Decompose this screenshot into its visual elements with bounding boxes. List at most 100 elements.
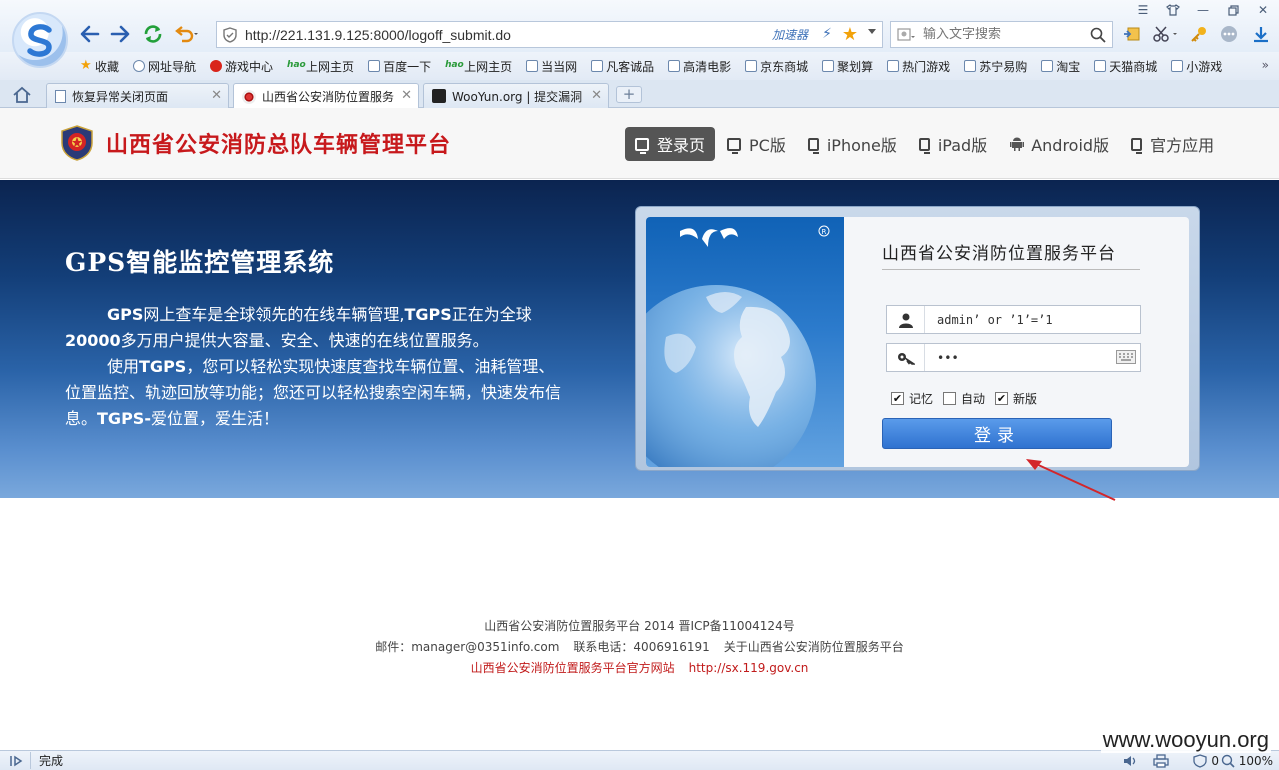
page-icon (526, 60, 539, 72)
nav-iphone[interactable]: iPhone版 (798, 127, 907, 161)
browser-toolbar: ☰ — ✕ http://221.131.9.125:8000/logoff_s… (0, 0, 1279, 52)
bookmark-item[interactable]: 网址导航 (133, 58, 196, 75)
bookmark-item[interactable]: hao 上网主页 (445, 58, 512, 75)
bookmark-item[interactable]: 小游戏 (1171, 58, 1222, 75)
screenshot-scissors-icon[interactable] (1151, 24, 1181, 44)
new-version-label: 新版 (1013, 392, 1038, 406)
search-box[interactable] (890, 21, 1113, 48)
login-button[interactable]: 登录 (882, 418, 1112, 449)
tab-restore[interactable]: 恢复异常关闭页面 ✕ (46, 83, 229, 108)
refresh-icon[interactable] (141, 22, 165, 46)
login-panel: R 山西省公安消防位置服务平台 admin’ or ’1’=’1 ••• ✔ 记… (635, 206, 1200, 471)
bookmark-item[interactable]: 聚划算 (822, 58, 873, 75)
bookmark-item[interactable]: 淘宝 (1041, 58, 1080, 75)
menu-icon[interactable]: ☰ (1132, 2, 1154, 18)
hao-icon: hao (445, 60, 464, 70)
page-icon (591, 60, 604, 72)
bookmark-item[interactable]: 高清电影 (668, 58, 731, 75)
undo-icon[interactable] (174, 22, 198, 46)
wooyun-icon (432, 89, 446, 103)
sidebar-toggle-icon[interactable] (10, 755, 24, 767)
tab-wooyun[interactable]: WooYun.org | 提交漏洞 ✕ (423, 83, 609, 108)
password-field[interactable] (886, 343, 1141, 372)
search-input[interactable] (923, 27, 1083, 42)
volume-icon[interactable] (1123, 755, 1139, 767)
official-site-url[interactable]: http://sx.119.gov.cn (689, 661, 809, 675)
more-bookmarks-icon[interactable]: » (1262, 58, 1269, 72)
virtual-keyboard-icon[interactable] (1116, 350, 1136, 367)
hero-title: GPS智能监控管理系统 (65, 248, 335, 277)
nav-ipad[interactable]: iPad版 (909, 127, 997, 161)
close-window-icon[interactable]: ✕ (1252, 2, 1274, 18)
restore-icon[interactable] (1222, 2, 1244, 18)
search-engine-icon[interactable] (897, 27, 915, 46)
zoom-control[interactable]: 100% (1221, 754, 1273, 768)
browser-status-bar: 完成 0 100% (0, 750, 1279, 770)
new-version-checkbox[interactable]: ✔ (995, 392, 1009, 405)
login-globe-art: R (646, 217, 844, 467)
nav-official-apps[interactable]: 官方应用 (1121, 127, 1224, 161)
favorite-star-icon[interactable]: ★ (842, 24, 858, 45)
more-apps-icon[interactable] (1219, 24, 1239, 44)
footer-copyright: 山西省公安消防位置服务平台 2014 晋ICP备11004124号 (484, 619, 795, 633)
bookmark-item[interactable]: 热门游戏 (887, 58, 950, 75)
password-input[interactable] (937, 350, 1117, 365)
footer-email: 邮件：manager@0351info.com (375, 640, 560, 654)
download-icon[interactable] (1251, 24, 1271, 44)
close-tab-icon[interactable]: ✕ (591, 88, 602, 103)
forward-icon[interactable] (108, 22, 132, 46)
url-text: http://221.131.9.125:8000/logoff_submit.… (245, 26, 511, 43)
bookmark-item[interactable]: 百度一下 (368, 58, 431, 75)
close-tab-icon[interactable]: ✕ (211, 88, 222, 103)
remember-checkbox[interactable]: ✔ (891, 392, 904, 405)
bookmark-item[interactable]: hao 上网主页 (287, 58, 354, 75)
tab-fire-platform[interactable]: 山西省公安消防位置服务 ✕ (233, 83, 419, 109)
lightning-icon[interactable]: ⚡ (822, 26, 832, 42)
site-header: 山西省公安消防总队车辆管理平台 登录页 PC版 iPhone版 iPad版 An… (0, 108, 1279, 179)
platform-nav: 登录页 PC版 iPhone版 iPad版 Android版 官方应用 (625, 127, 1226, 161)
home-icon[interactable] (12, 86, 32, 107)
bookmark-item[interactable]: ★ 收藏 (80, 58, 119, 75)
nav-login[interactable]: 登录页 (625, 127, 716, 161)
key-icon[interactable] (1189, 24, 1209, 44)
footer-about-link[interactable]: 关于山西省公安消防位置服务平台 (724, 640, 904, 654)
page-icon (745, 60, 758, 72)
bookmark-item[interactable]: 游戏中心 (210, 58, 273, 75)
back-icon[interactable] (78, 22, 102, 46)
bookmark-item[interactable]: 苏宁易购 (964, 58, 1027, 75)
login-title: 山西省公安消防位置服务平台 (882, 239, 1140, 270)
hero-paragraph-2: 使用TGPS，您可以轻松实现快速度查找车辆位置、油耗管理、位置监控、轨迹回放等功… (65, 357, 562, 428)
globe-icon (133, 60, 146, 72)
status-text: 完成 (30, 752, 63, 769)
login-inner: R 山西省公安消防位置服务平台 admin’ or ’1’=’1 ••• ✔ 记… (646, 217, 1189, 467)
nav-android[interactable]: Android版 (999, 127, 1119, 161)
url-dropdown-icon[interactable] (868, 29, 876, 34)
new-tab-button[interactable]: + (616, 86, 642, 103)
username-input[interactable] (937, 312, 1117, 327)
auto-login-checkbox[interactable] (943, 392, 957, 405)
skin-icon[interactable] (1162, 2, 1184, 18)
official-site-label[interactable]: 山西省公安消防位置服务平台官方网站 (471, 661, 675, 675)
page-icon (1094, 60, 1107, 72)
page-icon (668, 60, 681, 72)
search-icon[interactable] (1090, 27, 1106, 46)
auto-label: 自动 (961, 392, 986, 406)
browser-logo[interactable] (12, 12, 68, 68)
footer-phone: 联系电话：4006916191 (573, 640, 710, 654)
bookmark-item[interactable]: 当当网 (526, 58, 577, 75)
page-icon (822, 60, 835, 72)
minimize-icon[interactable]: — (1192, 2, 1214, 18)
bookmark-item[interactable]: 凡客诚品 (591, 58, 654, 75)
nav-pc[interactable]: PC版 (717, 127, 796, 161)
print-icon[interactable] (1153, 753, 1169, 768)
bookmark-item[interactable]: 京东商城 (745, 58, 808, 75)
username-field[interactable] (886, 305, 1141, 334)
key-icon (887, 344, 925, 371)
ad-block-counter[interactable]: 0 (1193, 754, 1219, 768)
collect-icon[interactable] (1122, 24, 1142, 44)
address-bar[interactable]: http://221.131.9.125:8000/logoff_submit.… (216, 21, 883, 48)
monitor-icon (727, 137, 742, 154)
bookmark-item[interactable]: 天猫商城 (1094, 58, 1157, 75)
accelerator-label[interactable]: 加速器 (772, 26, 808, 43)
close-tab-icon[interactable]: ✕ (401, 88, 412, 103)
